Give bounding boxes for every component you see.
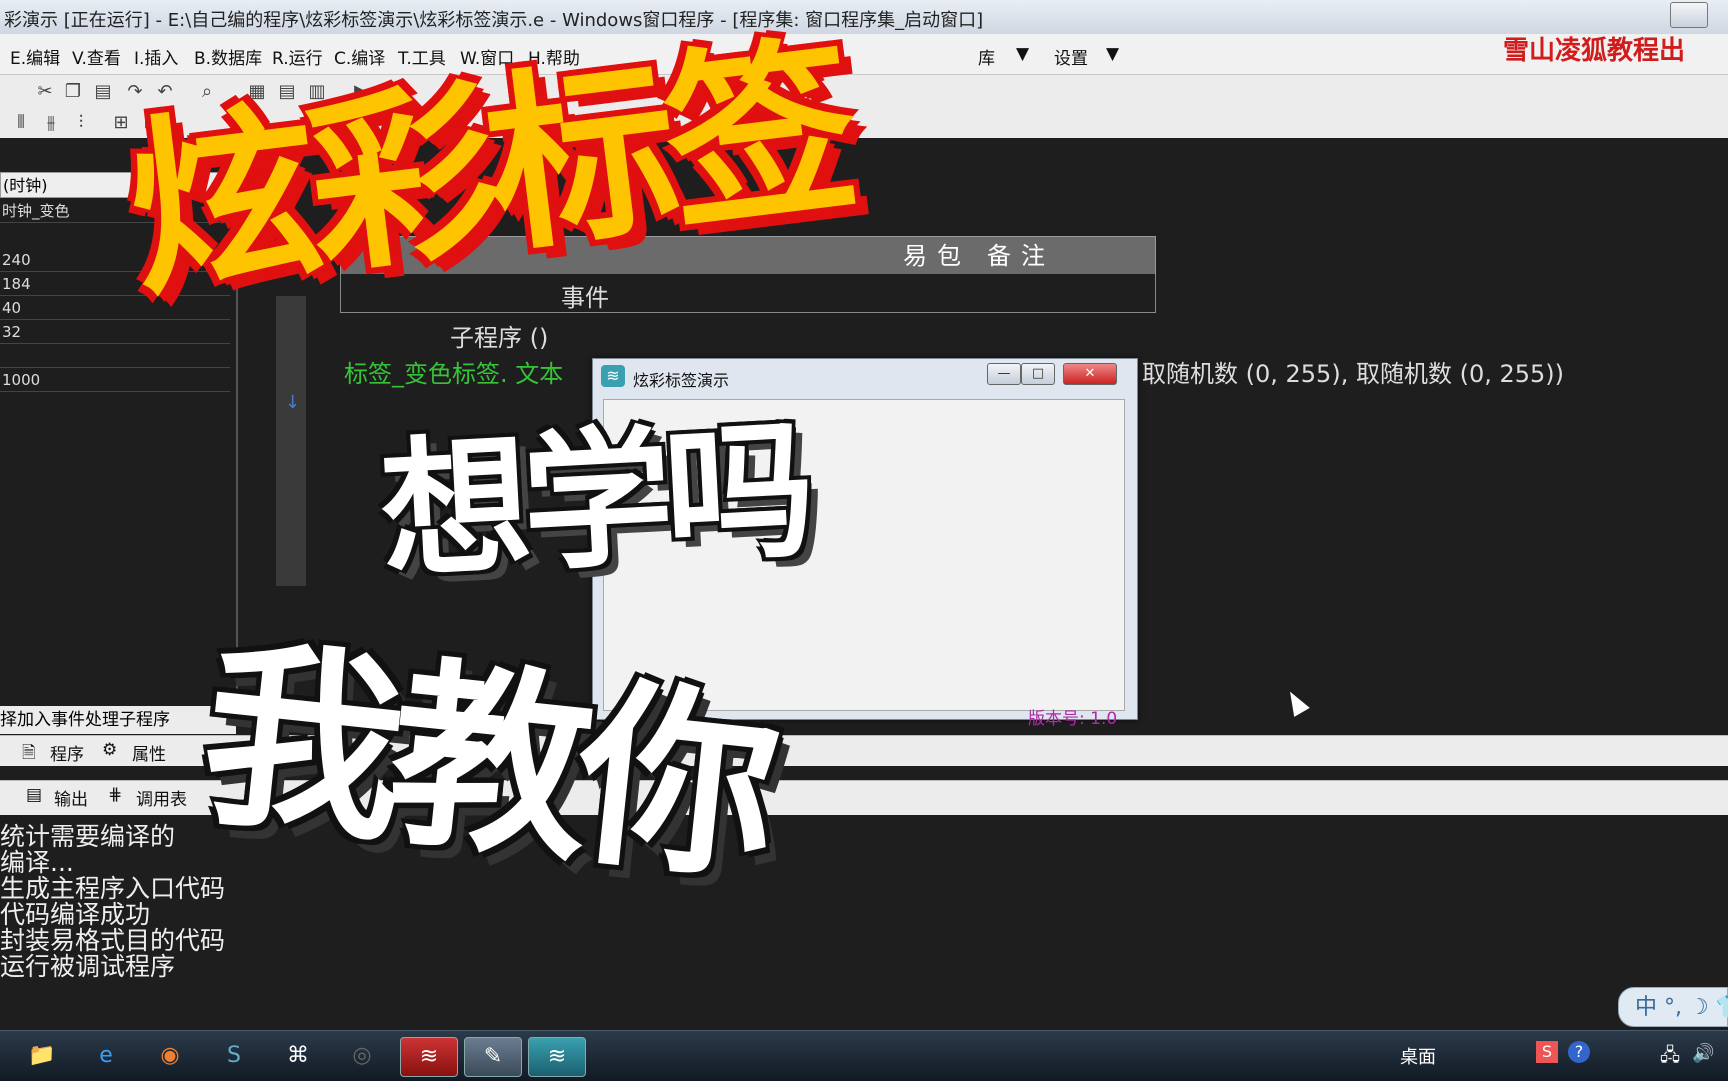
col-package: 易包 [903, 242, 971, 270]
output-line: 运行被调试程序 [0, 952, 176, 981]
table-cell: 事件 [561, 284, 609, 312]
menu-library[interactable]: 库 [978, 44, 995, 69]
tab-output[interactable]: 输出 [54, 785, 88, 810]
ie-icon[interactable]: e [78, 1037, 134, 1075]
close-button[interactable]: ✕ [1063, 363, 1117, 385]
event-hint: 择加入事件处理子程序 [0, 706, 236, 734]
brand-watermark: 雪山凌狐教程出 [1503, 36, 1686, 66]
taskbar-notepad[interactable]: ✎ [464, 1037, 522, 1077]
app-icon[interactable]: S [206, 1037, 262, 1075]
output-tab-icon[interactable]: ▤ [26, 785, 42, 805]
camera-icon[interactable]: ⌘ [270, 1037, 326, 1075]
subtitle-overlay: 我教你 [192, 618, 778, 909]
menu-settings[interactable]: 设置 [1054, 44, 1088, 69]
code-line-2-tail: 取随机数 (0, 255), 取随机数 (0, 255)) [1142, 360, 1565, 388]
properties-tab-icon[interactable]: ⚙ [102, 740, 117, 760]
explorer-icon[interactable]: 📁 [14, 1037, 70, 1075]
prop-value[interactable] [0, 345, 230, 368]
align-icon[interactable]: ⫶ [70, 112, 92, 134]
copy-icon[interactable]: ❐ [62, 81, 84, 103]
ime-toolbar[interactable]: 中 °, ☽ 👕 [1618, 987, 1728, 1027]
volume-icon[interactable]: 🔊 [1692, 1043, 1714, 1064]
taskbar: 📁 e ◉ S ⌘ ◎ ≋ ✎ ≋ 桌面 S ? 🖧 🔊 [0, 1030, 1728, 1081]
sogou-icon[interactable]: S [1536, 1041, 1558, 1063]
call-table-icon[interactable]: ⋕ [108, 785, 122, 805]
maximize-button[interactable]: □ [1021, 363, 1055, 385]
chevron-down-icon[interactable]: ▼ [1016, 44, 1029, 64]
minimize-button[interactable]: — [987, 363, 1021, 385]
col-note: 备注 [987, 242, 1055, 270]
menu-edit[interactable]: E.编辑 [10, 44, 60, 69]
align-icon[interactable]: ⫴ [10, 112, 32, 134]
arrow-down-icon: ↓ [285, 392, 301, 413]
network-icon[interactable]: 🖧 [1660, 1043, 1680, 1073]
tab-call-table[interactable]: 调用表 [136, 785, 187, 810]
code-line-1: 子程序 () [450, 324, 549, 352]
tab-properties[interactable]: 属性 [132, 740, 166, 765]
prop-value[interactable]: 1000 [0, 369, 230, 392]
chevron-down-icon[interactable]: ▼ [1106, 44, 1119, 64]
help-icon[interactable]: ? [1568, 1041, 1590, 1063]
tab-program[interactable]: 程序 [50, 740, 84, 765]
minimize-button[interactable] [1670, 2, 1708, 28]
firefox-icon[interactable]: ◉ [142, 1037, 198, 1075]
program-tab-icon[interactable]: 🗎 [22, 740, 36, 769]
subtitle-overlay: 想学吗 [376, 403, 811, 601]
align-icon[interactable]: ⫵ [40, 112, 62, 134]
app-icon[interactable]: ◎ [334, 1037, 390, 1075]
code-gutter: ↓ [276, 296, 306, 586]
taskbar-ide[interactable]: ≋ [400, 1037, 458, 1077]
paste-icon[interactable]: ▤ [92, 81, 114, 103]
version-label: 版本号: 1.0 [1028, 709, 1118, 729]
tray-desktop-label[interactable]: 桌面 [1400, 1043, 1436, 1069]
taskbar-demo[interactable]: ≋ [528, 1037, 586, 1077]
title-bar: 彩演示 [正在运行] - E:\自己编的程序\炫彩标签演示\炫彩标签演示.e -… [0, 0, 1728, 35]
cut-icon[interactable]: ✂ [34, 81, 56, 103]
